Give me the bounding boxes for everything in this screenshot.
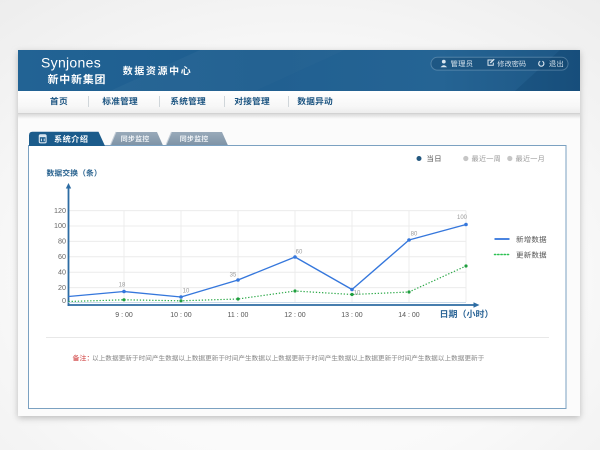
svg-text:0: 0: [62, 296, 66, 305]
svg-text:10: 10: [183, 289, 190, 295]
svg-text:100: 100: [457, 215, 468, 221]
svg-text:40: 40: [58, 267, 66, 276]
svg-text:Synjones: Synjones: [41, 55, 101, 71]
svg-text:9 : 00: 9 : 00: [115, 312, 133, 319]
svg-text:80: 80: [411, 232, 418, 238]
svg-text:18: 18: [119, 283, 126, 289]
svg-text:12 : 00: 12 : 00: [284, 312, 306, 319]
svg-text:100: 100: [54, 221, 66, 230]
svg-text:80: 80: [58, 237, 66, 246]
svg-text:13 : 00: 13 : 00: [341, 312, 363, 319]
svg-text:20: 20: [58, 283, 66, 292]
svg-text:10: 10: [354, 291, 361, 297]
svg-text:60: 60: [296, 250, 303, 256]
svg-text:11 : 00: 11 : 00: [228, 312, 249, 319]
svg-text:35: 35: [230, 273, 237, 279]
svg-text:10 : 00: 10 : 00: [170, 312, 192, 319]
svg-text:14 : 00: 14 : 00: [398, 312, 420, 319]
svg-text:120: 120: [54, 206, 66, 215]
svg-text:60: 60: [58, 252, 66, 261]
